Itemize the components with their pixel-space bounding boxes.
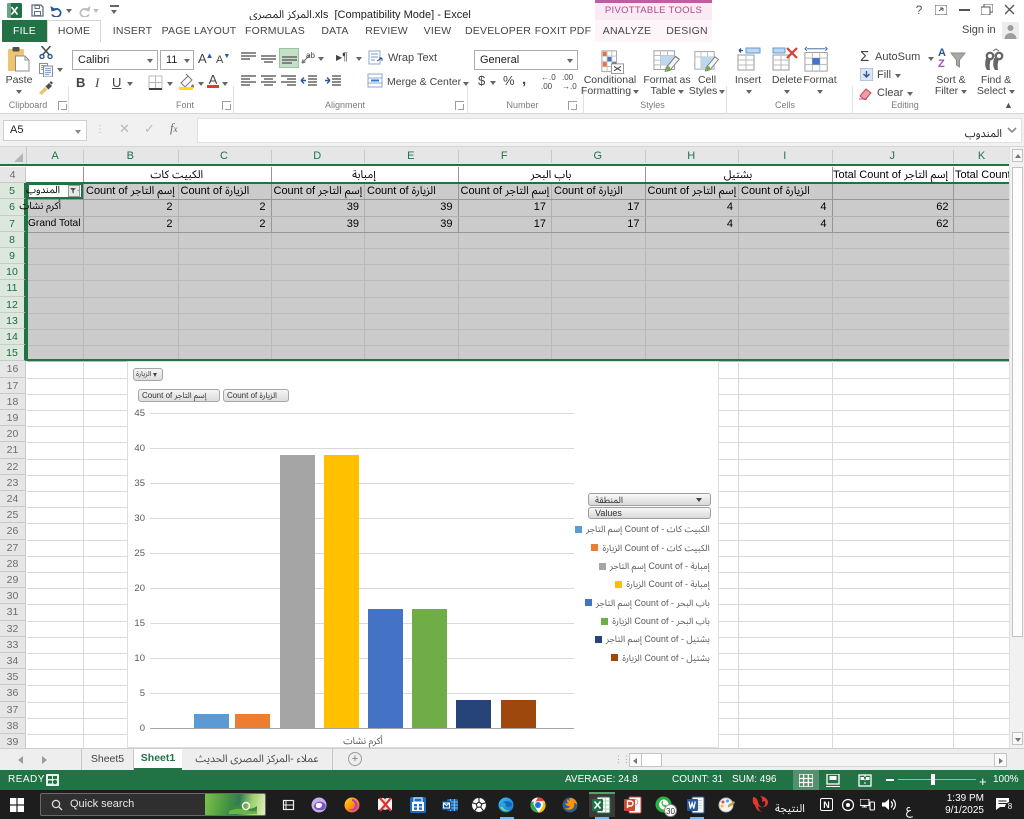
svg-text:ab: ab [306,51,315,60]
